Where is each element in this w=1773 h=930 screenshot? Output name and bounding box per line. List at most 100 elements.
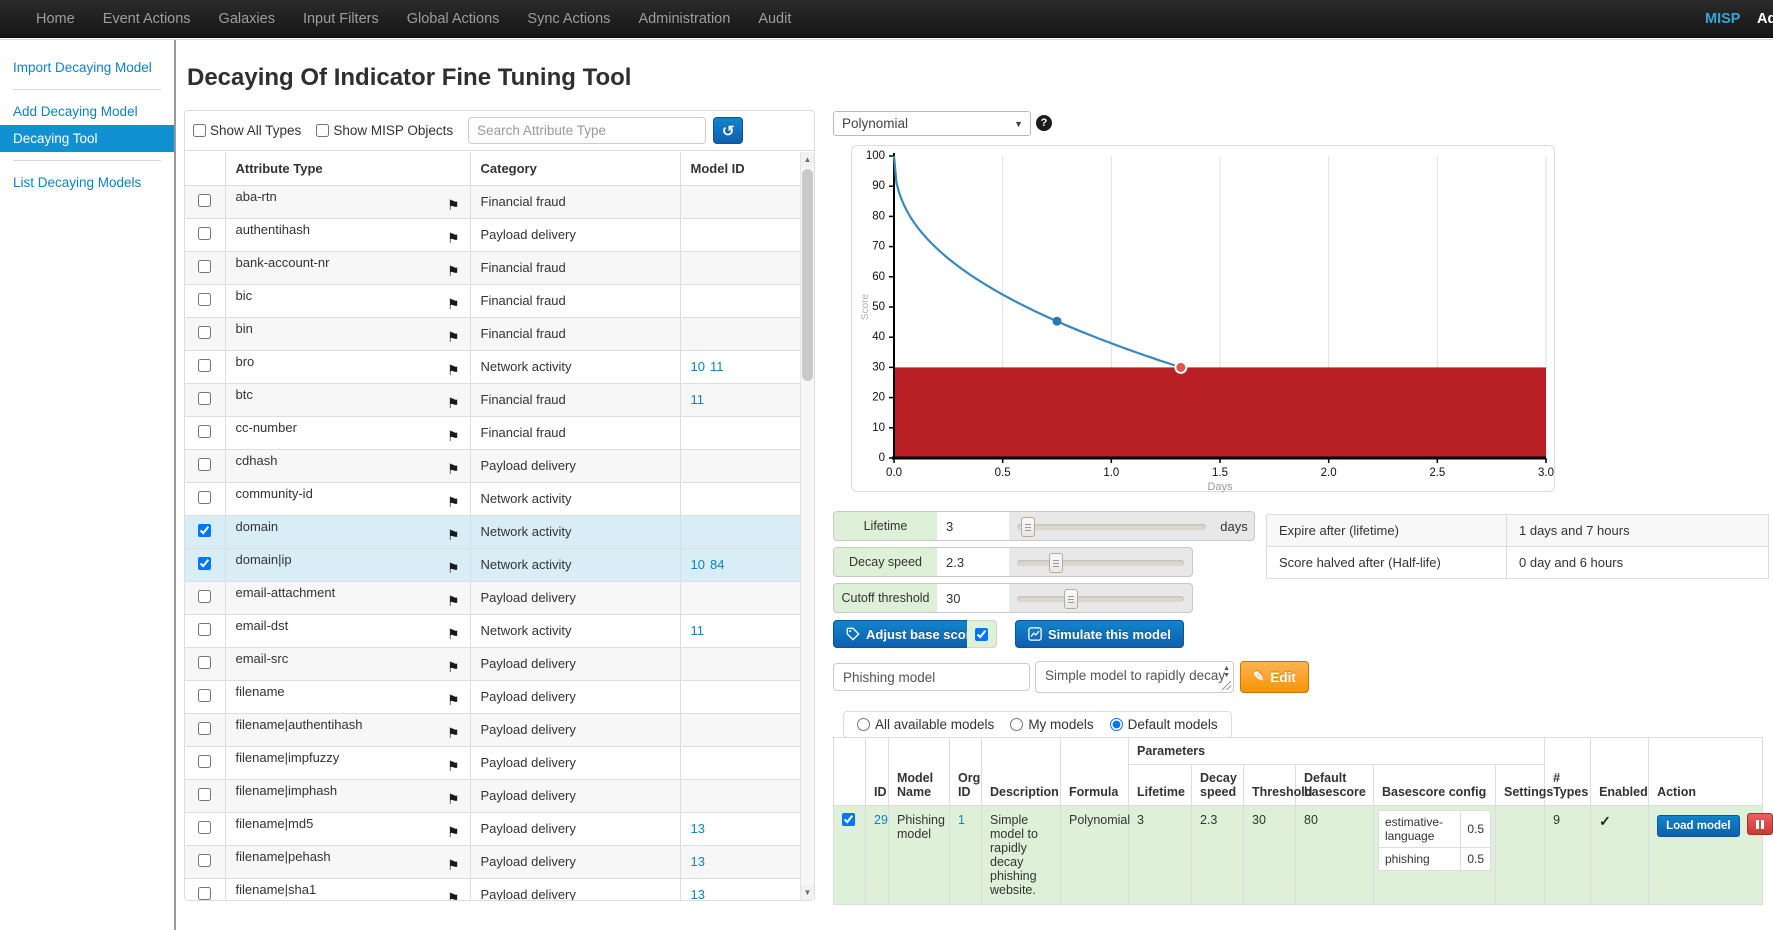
resize-handle-icon[interactable] (1222, 681, 1231, 690)
scrollbar-thumb[interactable] (802, 169, 813, 381)
attribute-row-cc-number[interactable]: cc-number ⚑ Financial fraud (185, 416, 801, 449)
attribute-row-filename-impfuzzy[interactable]: filename|impfuzzy ⚑ Payload delivery (185, 746, 801, 779)
attribute-checkbox[interactable] (198, 425, 211, 438)
model-id-link[interactable]: 11 (691, 623, 705, 638)
decay-speed-slider[interactable] (1009, 548, 1192, 576)
sidebar-item-import-decaying-model[interactable]: Import Decaying Model (0, 54, 174, 81)
attribute-row-domain[interactable]: domain ⚑ Network activity (185, 515, 801, 548)
attribute-row-email-dst[interactable]: email-dst ⚑ Network activity 11 (185, 614, 801, 647)
nav-audit[interactable]: Audit (758, 0, 791, 38)
sidebar-item-add-decaying-model[interactable]: Add Decaying Model (0, 98, 174, 125)
filter-default-models-radio[interactable] (1110, 718, 1123, 731)
cutoff-threshold-value[interactable]: 30 (937, 584, 1009, 612)
attribute-row-cdhash[interactable]: cdhash ⚑ Payload delivery (185, 449, 801, 482)
decay-speed-value[interactable]: 2.3 (937, 548, 1009, 576)
decay-speed-slider-handle[interactable] (1049, 553, 1063, 573)
model-description-textarea[interactable]: Simple model to rapidly decay ▲▼ (1035, 661, 1234, 693)
edit-model-button[interactable]: ✎ Edit (1240, 661, 1309, 693)
attribute-row-email-src[interactable]: email-src ⚑ Payload delivery (185, 647, 801, 680)
attribute-row-filename-sha1[interactable]: filename|sha1 ⚑ Payload delivery 13 (185, 878, 801, 900)
nav-user-menu[interactable]: Admin (1757, 0, 1773, 38)
attribute-checkbox[interactable] (198, 689, 211, 702)
model-row-phishing[interactable]: 29 Phishing model 1 Simple model to rapi… (834, 806, 1763, 905)
show-misp-objects-checkbox[interactable] (316, 124, 329, 137)
model-id-link[interactable]: 11 (691, 392, 705, 407)
misp-brand[interactable]: MISP (1705, 0, 1740, 38)
attribute-checkbox[interactable] (198, 557, 211, 570)
attribute-checkbox[interactable] (198, 260, 211, 273)
model-id-link[interactable]: 11 (710, 359, 724, 374)
attribute-checkbox[interactable] (198, 326, 211, 339)
attribute-checkbox[interactable] (198, 458, 211, 471)
model-name-input[interactable] (833, 663, 1030, 691)
model-id-link[interactable]: 13 (691, 887, 705, 900)
attribute-row-filename-authentihash[interactable]: filename|authentihash ⚑ Payload delivery (185, 713, 801, 746)
attribute-checkbox[interactable] (198, 821, 211, 834)
model-id-link[interactable]: 29 (874, 813, 888, 827)
attribute-checkbox[interactable] (198, 887, 211, 900)
org-id-link[interactable]: 1 (958, 813, 965, 827)
attribute-row-domain-ip[interactable]: domain|ip ⚑ Network activity 1084 (185, 548, 801, 581)
nav-event-actions[interactable]: Event Actions (103, 0, 191, 38)
attribute-row-email-attachment[interactable]: email-attachment ⚑ Payload delivery (185, 581, 801, 614)
lifetime-slider[interactable] (1009, 512, 1214, 540)
lifetime-slider-handle[interactable] (1021, 517, 1035, 537)
attribute-row-filename[interactable]: filename ⚑ Payload delivery (185, 680, 801, 713)
attribute-checkbox[interactable] (198, 491, 211, 504)
scroll-down-icon[interactable]: ▼ (801, 885, 814, 900)
attribute-row-bic[interactable]: bic ⚑ Financial fraud (185, 284, 801, 317)
formula-select[interactable]: Polynomial (833, 111, 1031, 136)
model-id-link[interactable]: 10 (691, 359, 705, 374)
adjust-base-score-checkbox[interactable] (975, 628, 988, 641)
refresh-button[interactable]: ↺ (713, 117, 743, 144)
attribute-row-filename-imphash[interactable]: filename|imphash ⚑ Payload delivery (185, 779, 801, 812)
sidebar-item-list-decaying-models[interactable]: List Decaying Models (0, 169, 174, 196)
show-all-types-checkbox[interactable] (193, 124, 206, 137)
search-input[interactable] (468, 117, 706, 144)
nav-galaxies[interactable]: Galaxies (219, 0, 275, 38)
pause-model-button[interactable] (1747, 813, 1773, 835)
attribute-checkbox[interactable] (198, 755, 211, 768)
lifetime-value[interactable]: 3 (937, 512, 1009, 540)
nav-input-filters[interactable]: Input Filters (303, 0, 379, 38)
attribute-row-authentihash[interactable]: authentihash ⚑ Payload delivery (185, 218, 801, 251)
model-id-link[interactable]: 13 (691, 821, 705, 836)
attribute-checkbox[interactable] (198, 194, 211, 207)
nav-administration[interactable]: Administration (638, 0, 730, 38)
decay-expiry-point[interactable] (1175, 362, 1186, 373)
nav-global-actions[interactable]: Global Actions (407, 0, 500, 38)
attribute-checkbox[interactable] (198, 854, 211, 867)
attribute-row-bin[interactable]: bin ⚑ Financial fraud (185, 317, 801, 350)
filter-my-models-radio[interactable] (1010, 718, 1023, 731)
model-id-link[interactable]: 84 (710, 557, 724, 572)
decay-chart[interactable]: 01020304050607080901000.00.51.01.52.02.5… (852, 146, 1556, 493)
attribute-row-bank-account-nr[interactable]: bank-account-nr ⚑ Financial fraud (185, 251, 801, 284)
attribute-row-community-id[interactable]: community-id ⚑ Network activity (185, 482, 801, 515)
cutoff-threshold-slider[interactable] (1009, 584, 1192, 612)
spinner-arrows-icon[interactable]: ▲▼ (1223, 665, 1230, 679)
model-id-link[interactable]: 10 (691, 557, 705, 572)
model-row-checkbox[interactable] (842, 813, 855, 826)
filter-all-available-models-radio[interactable] (857, 718, 870, 731)
attribute-checkbox[interactable] (198, 656, 211, 669)
sidebar-item-decaying-tool[interactable]: Decaying Tool (0, 125, 174, 152)
scroll-up-icon[interactable]: ▲ (801, 152, 814, 167)
attribute-checkbox[interactable] (198, 788, 211, 801)
attribute-checkbox[interactable] (198, 722, 211, 735)
simulate-model-button[interactable]: Simulate this model (1015, 620, 1184, 648)
attribute-checkbox[interactable] (198, 227, 211, 240)
attribute-checkbox[interactable] (198, 590, 211, 603)
decay-current-point[interactable] (1053, 317, 1062, 326)
attribute-checkbox[interactable] (198, 623, 211, 636)
attribute-row-bro[interactable]: bro ⚑ Network activity 1011 (185, 350, 801, 383)
cutoff-threshold-slider-handle[interactable] (1064, 589, 1078, 609)
attribute-row-aba-rtn[interactable]: aba-rtn ⚑ Financial fraud (185, 185, 801, 218)
nav-home[interactable]: Home (36, 0, 75, 38)
attribute-checkbox[interactable] (198, 359, 211, 372)
model-id-link[interactable]: 13 (691, 854, 705, 869)
attribute-checkbox[interactable] (198, 293, 211, 306)
attribute-row-btc[interactable]: btc ⚑ Financial fraud 11 (185, 383, 801, 416)
nav-sync-actions[interactable]: Sync Actions (527, 0, 610, 38)
load-model-button[interactable]: Load model (1657, 815, 1740, 837)
attribute-row-filename-pehash[interactable]: filename|pehash ⚑ Payload delivery 13 (185, 845, 801, 878)
